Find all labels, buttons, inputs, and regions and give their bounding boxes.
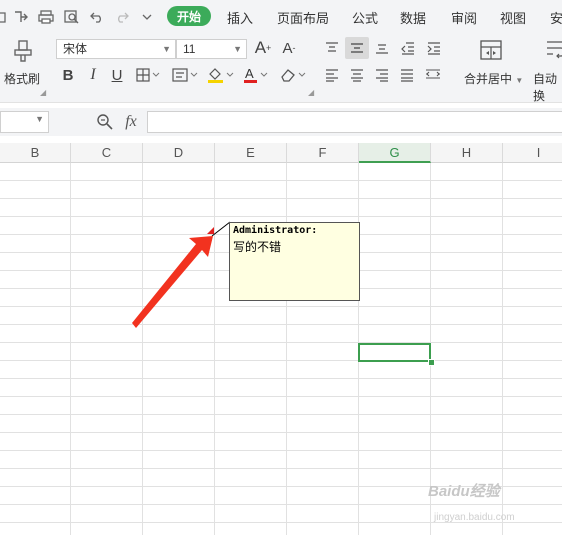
comment-text: 写的不错 [233,240,282,254]
comment-connector [211,221,231,237]
comment-indicator-icon [207,227,214,234]
cell-comment[interactable]: Administrator: 写的不错 [229,222,360,301]
red-arrow-icon [132,236,213,328]
watermark-logo: Baidu经验 [428,483,500,500]
watermark-url: jingyan.baidu.com [434,512,515,523]
comment-author: Administrator: [233,225,318,236]
